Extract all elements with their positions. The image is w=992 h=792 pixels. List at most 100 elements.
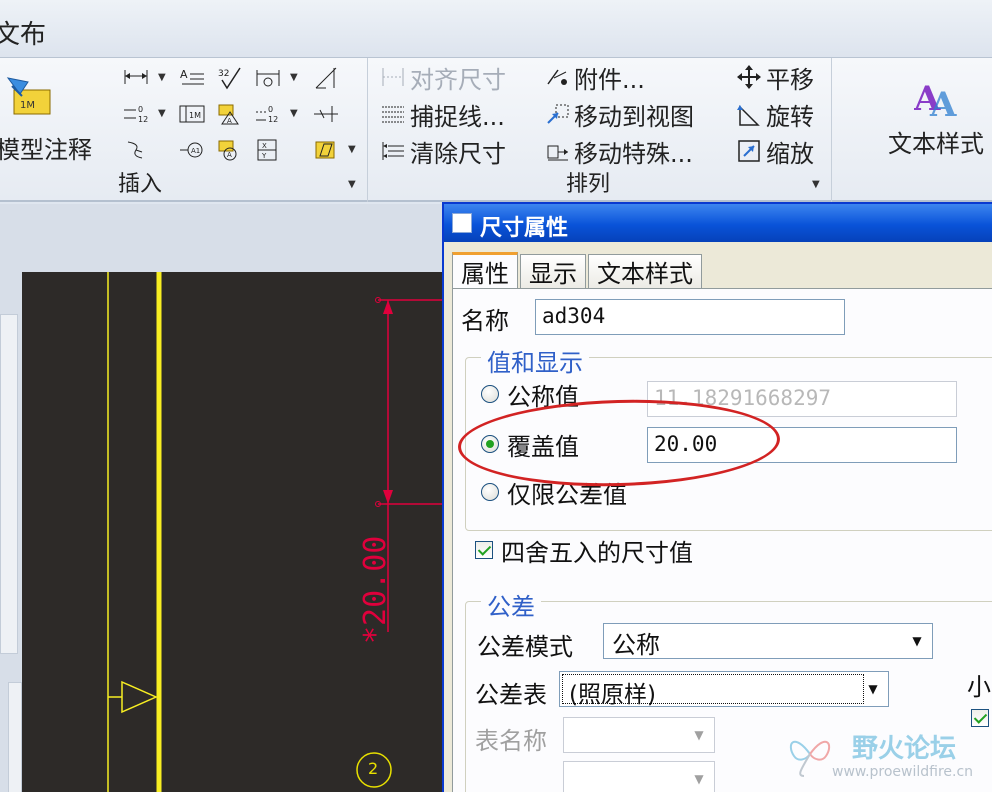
ribbon: 1M 模型注释 ▼ A 32 ▼ 0 12 ▼ 1M A 0 12 ▼ A1 A…: [0, 58, 992, 202]
svg-text:A: A: [227, 151, 232, 159]
flatness-icon[interactable]: [310, 136, 342, 164]
align-dimension-button[interactable]: 对齐尺寸: [380, 60, 506, 94]
chevron-down-icon[interactable]: ▼: [348, 144, 356, 155]
tolerance-mode-label: 公差模式: [477, 633, 573, 661]
butterfly-logo-icon: [789, 740, 831, 777]
nominal-value-radio[interactable]: [481, 385, 499, 403]
model-annotation-button[interactable]: 1M 模型注释: [0, 64, 120, 164]
tolerance-only-radio[interactable]: [481, 483, 499, 501]
insert-group: 1M 模型注释 ▼ A 32 ▼ 0 12 ▼ 1M A 0 12 ▼ A1 A…: [0, 58, 368, 202]
table-name-select: ▼: [563, 717, 715, 753]
move-button[interactable]: 平移: [736, 60, 814, 94]
note-icon[interactable]: A: [176, 64, 208, 92]
linear-dimension-icon[interactable]: [120, 64, 152, 92]
attachment-label: 附件...: [574, 65, 645, 94]
chevron-down-icon[interactable]: ▼: [290, 72, 298, 83]
watermark-title: 野火论坛: [852, 734, 957, 764]
tolerance-table-value-box: (照原样): [562, 674, 864, 708]
tolerance-table-select[interactable]: (照原样) ▼: [559, 671, 889, 708]
text-style-icon[interactable]: A A: [914, 76, 962, 120]
move-to-view-button[interactable]: 移动到视图: [544, 97, 694, 131]
text-style-label[interactable]: 文本样式: [888, 124, 984, 159]
name-field[interactable]: ad304: [535, 299, 845, 335]
attachment-button[interactable]: 附件...: [544, 60, 645, 94]
ordinate-dimension-icon[interactable]: [252, 64, 284, 92]
datum-target-icon[interactable]: A: [214, 136, 246, 164]
surface-finish-icon[interactable]: 32: [214, 64, 246, 92]
text-style-group: A A 文本样式: [836, 58, 992, 202]
dimension-arrow: [383, 490, 393, 504]
tolerance-table-value: (照原样): [569, 682, 656, 708]
svg-text:X: X: [262, 142, 267, 150]
align-dimension-icon: [382, 68, 404, 86]
clean-dimension-icon: [382, 142, 404, 160]
rotate-button[interactable]: 旋转: [736, 97, 814, 131]
chevron-down-icon[interactable]: ▼: [158, 72, 166, 83]
tab-text-style[interactable]: 文本样式: [588, 254, 702, 288]
svg-text:12: 12: [138, 115, 148, 124]
arrange-group: 对齐尺寸 附件... 平移 捕捉线... 移动到视图 旋转 清除尺寸 移动特殊.…: [372, 58, 832, 202]
datum-triangle: [121, 680, 158, 714]
tolerance-mode-select[interactable]: 公称 ▼: [603, 623, 933, 659]
move-special-icon: [547, 145, 568, 161]
dimension-properties-dialog: 尺寸属性 属性 显示 文本样式 名称 ad304 值和显示 公称值 11.182…: [442, 202, 992, 792]
tolerance-table-label: 公差表: [475, 681, 547, 709]
model-annotation-label: 模型注释: [0, 136, 92, 164]
svg-text:0: 0: [138, 105, 143, 114]
chevron-down-icon[interactable]: ▼: [158, 108, 166, 119]
move-to-view-label: 移动到视图: [574, 102, 694, 131]
datum-feature-icon[interactable]: A: [214, 100, 246, 128]
chevron-down-icon: ▼: [694, 772, 704, 786]
chevron-down-icon[interactable]: ▼: [862, 676, 884, 702]
balloon-icon[interactable]: A1: [176, 136, 208, 164]
ribbon-tab-layout[interactable]: 文布: [0, 14, 46, 51]
svg-text:1M: 1M: [20, 100, 35, 111]
move-label: 平移: [766, 65, 814, 94]
svg-text:A: A: [227, 117, 232, 125]
tab-panel: 名称 ad304 值和显示 公称值 11.18291668297 覆盖值 20.…: [452, 288, 992, 792]
rotate-icon: [737, 105, 760, 126]
rounded-value-checkbox[interactable]: [475, 541, 493, 559]
svg-text:32: 32: [218, 69, 229, 79]
dimension-text[interactable]: *20.00: [358, 536, 393, 644]
insert-group-label: 插入: [118, 172, 163, 197]
value-display-legend: 值和显示: [481, 343, 589, 378]
svg-text:A1: A1: [191, 147, 200, 155]
drawing-geometry: [107, 272, 454, 792]
chevron-down-icon[interactable]: ▼: [906, 628, 928, 654]
extra-select: ▼: [563, 761, 715, 792]
side-panel: [8, 682, 22, 792]
scale-button[interactable]: 缩放: [736, 134, 814, 168]
balloon-number: 2: [368, 759, 379, 778]
symbol-icon[interactable]: [120, 136, 152, 164]
tab-display[interactable]: 显示: [520, 254, 586, 288]
table-icon[interactable]: 1M: [176, 100, 208, 128]
svg-text:1M: 1M: [189, 111, 201, 120]
side-panel: [0, 314, 18, 654]
insert-group-launcher-icon[interactable]: ▼: [348, 179, 356, 190]
clean-dimension-button[interactable]: 清除尺寸: [380, 134, 506, 168]
drawing-canvas[interactable]: *20.00 2: [22, 272, 454, 792]
move-special-button[interactable]: 移动特殊...: [544, 134, 693, 168]
dialog-tabs: 属性 显示 文本样式: [452, 252, 704, 288]
dimension-arrow: [383, 300, 393, 314]
tolerance-legend: 公差: [481, 587, 541, 622]
move-to-view-icon: [547, 104, 569, 124]
geometric-tolerance-icon[interactable]: XY: [252, 136, 284, 164]
arrange-group-launcher-icon[interactable]: ▼: [812, 179, 820, 190]
table-name-label: 表名称: [475, 727, 547, 755]
dialog-title: 尺寸属性: [480, 216, 569, 241]
snap-line-button[interactable]: 捕捉线...: [380, 97, 505, 131]
svg-text:12: 12: [268, 115, 278, 124]
dialog-titlebar[interactable]: 尺寸属性: [444, 204, 992, 242]
ribbon-tab-bar: 文布: [0, 0, 992, 58]
ordinate-baseline-icon[interactable]: 0 12: [252, 100, 284, 128]
watermark: 野火论坛 www.proewildfire.cn: [782, 724, 986, 786]
tab-properties[interactable]: 属性: [452, 252, 518, 288]
chevron-down-icon[interactable]: ▼: [290, 108, 298, 119]
move-special-label: 移动特殊...: [574, 139, 693, 168]
jog-icon[interactable]: [310, 100, 342, 128]
chevron-down-icon: ▼: [694, 728, 704, 742]
reference-dimension-icon[interactable]: [310, 64, 342, 92]
baseline-dimension-icon[interactable]: 0 12: [120, 100, 152, 128]
